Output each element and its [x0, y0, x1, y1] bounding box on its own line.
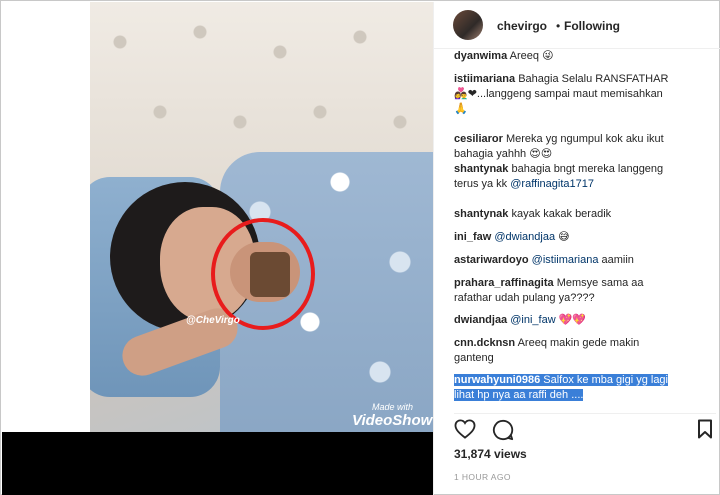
following-button[interactable]: Following [564, 19, 620, 33]
comment-username[interactable]: cesiliaror [454, 133, 503, 145]
comment-text: bahagia yahhh [454, 148, 530, 160]
comment-username[interactable]: shantynak [454, 208, 508, 220]
comment-item: nurwahyuni0986 Salfox ke mba gigi yg lag… [454, 373, 716, 403]
post-username[interactable]: chevirgo [497, 19, 547, 33]
comment-username[interactable]: ini_faw [454, 231, 491, 243]
comment-username[interactable]: cnn.dcknsn [454, 337, 515, 349]
comments-list[interactable]: dyanwima Areeq 😜 istiimariana Bahagia Sel… [434, 49, 720, 413]
comment-text: Salfox ke mba gigi yg lagi [543, 374, 668, 386]
comment-item: cnn.dcknsn Areeq makin gede makin ganteng [454, 336, 716, 366]
comment-item: shantynak kayak kakak beradik [454, 207, 716, 222]
comment-item: dyanwima Areeq 😜 [454, 49, 716, 64]
red-circle-annotation [211, 218, 315, 330]
comment-item: cesiliaror Mereka yg ngumpul kok aku iku… [454, 132, 716, 162]
comment-text: Memsye sama aa [556, 277, 644, 289]
comment-item: ini_faw @dwiandjaa 😅 [454, 230, 716, 245]
comment-text: Bahagia Selalu RANSFATHAR [518, 73, 669, 85]
comment-text: kayak kakak beradik [511, 208, 612, 220]
comment-username[interactable]: shantynak [454, 163, 508, 175]
instagram-post-frame: @CheVirgo Made with VideoShow chevirgo •… [0, 0, 720, 495]
emoji: 👩‍❤️‍👨 [454, 88, 468, 100]
emoji: 😍😍 [529, 148, 553, 160]
comment-username[interactable]: istiimariana [454, 73, 515, 85]
emoji: 🙏 [454, 103, 468, 115]
videoshow-logo: VideoShow [352, 412, 433, 429]
emoji: 😜 [542, 50, 554, 62]
comment-username[interactable]: nurwahyuni0986 [454, 374, 541, 386]
emoji: 💖💖 [558, 314, 587, 326]
comment-text: rafathar udah pulang ya???? [454, 292, 595, 304]
comment-icon[interactable] [492, 419, 514, 446]
avatar[interactable] [453, 10, 483, 40]
made-with-label: Made with [372, 402, 414, 412]
comment-item: istiimariana Bahagia Selalu RANSFATHAR 👩‍… [454, 72, 716, 117]
comment-text: ...langgeng sampai maut memisahkan [476, 88, 663, 100]
post-header: chevirgo • Following [434, 2, 720, 49]
comment-text: aamiin [598, 254, 634, 266]
comment-text: ❤ [467, 88, 477, 100]
comment-username[interactable]: prahara_raffinagita [454, 277, 554, 289]
post-actions [434, 414, 720, 444]
post-timestamp: 1 HOUR AGO [454, 472, 511, 482]
mention-link[interactable]: @dwiandjaa [494, 231, 555, 243]
mention-link[interactable]: @ini_faw [510, 314, 555, 326]
comment-item: prahara_raffinagita Memsye sama aa rafath… [454, 276, 716, 306]
comment-text: lihat hp nya aa raffi deh .... [454, 389, 584, 401]
mention-link[interactable]: @raffinagita1717 [510, 178, 594, 190]
comment-item: shantynak bahagia bngt mereka langgeng te… [454, 162, 716, 192]
comment-text: Areeq makin gede makin [517, 337, 640, 349]
comment-username[interactable]: dyanwima [454, 50, 507, 62]
comment-item: astariwardoyo @istiimariana aamiin [454, 253, 716, 268]
comment-text: bahagia bngt mereka langgeng [511, 163, 664, 175]
bookmark-icon[interactable] [697, 419, 713, 444]
emoji: 😅 [558, 231, 570, 243]
comment-username[interactable]: dwiandjaa [454, 314, 507, 326]
heart-icon[interactable] [454, 419, 476, 444]
post-video[interactable]: @CheVirgo Made with VideoShow [90, 2, 433, 432]
video-watermark: @CheVirgo [186, 315, 240, 326]
comment-text: Mereka yg ngumpul kok aku ikut [505, 133, 664, 145]
comment-text: ganteng [454, 352, 494, 364]
comment-item: dwiandjaa @ini_faw 💖💖 [454, 313, 716, 328]
video-black-bar [2, 432, 433, 495]
comment-text: Areeq [509, 50, 543, 62]
mention-link[interactable]: @istiimariana [532, 254, 599, 266]
comment-username[interactable]: astariwardoyo [454, 254, 529, 266]
comment-text: terus ya kk [454, 178, 511, 190]
view-count[interactable]: 31,874 views [454, 447, 527, 461]
header-separator: • [556, 19, 561, 33]
